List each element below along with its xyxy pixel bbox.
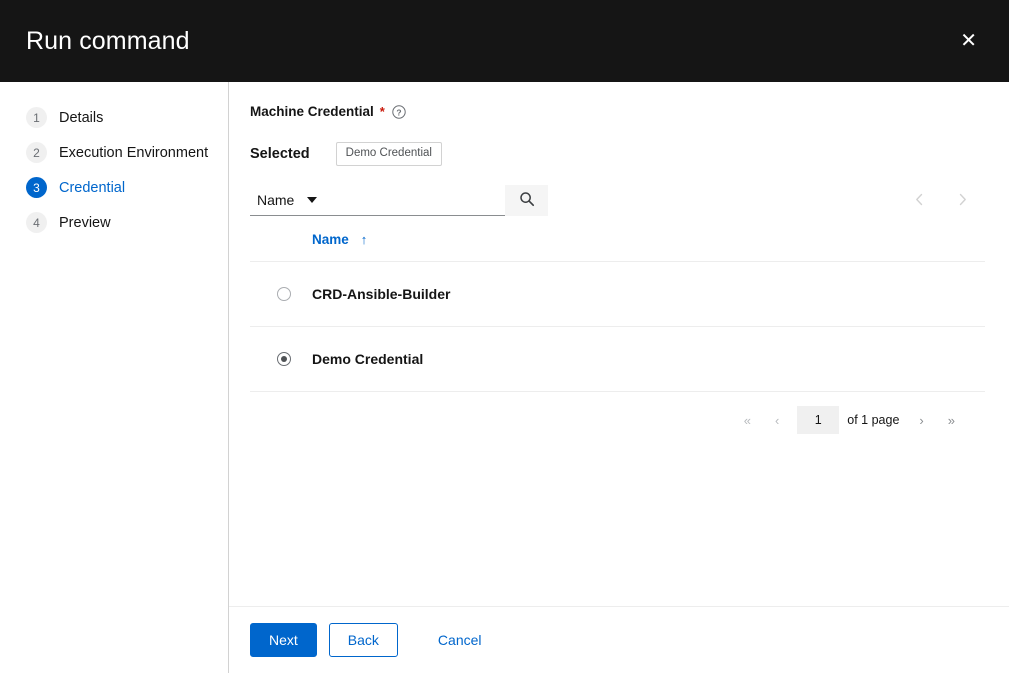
sidebar-item-label: Credential xyxy=(59,179,126,196)
search-button[interactable] xyxy=(505,185,549,216)
credential-name: CRD-Ansible-Builder xyxy=(312,286,451,302)
sidebar-item-credential[interactable]: 3 Credential xyxy=(0,170,228,205)
step-number: 3 xyxy=(26,177,47,198)
search-icon xyxy=(519,191,535,210)
top-pagination-prev-button[interactable] xyxy=(911,191,928,211)
credential-radio[interactable] xyxy=(277,352,291,366)
credential-step-content: Machine Credential * ? Selected Demo Cre… xyxy=(229,82,1009,606)
row-radio-cell xyxy=(250,287,312,301)
search-attribute-select[interactable]: Name xyxy=(250,185,326,216)
chevron-left-icon xyxy=(915,193,924,209)
chevron-right-icon xyxy=(958,193,967,209)
credential-name: Demo Credential xyxy=(312,351,424,367)
credentials-table: Name ↑ CRD-Ansible-Builder Demo Credenti… xyxy=(250,232,985,392)
run-command-wizard: Run command ✕ 1 Details 2 Execution Envi… xyxy=(0,0,1009,673)
top-pagination xyxy=(911,191,985,211)
sort-ascending-icon: ↑ xyxy=(360,232,368,247)
sidebar-item-execution-environment[interactable]: 2 Execution Environment xyxy=(0,135,228,170)
next-button[interactable]: Next xyxy=(250,622,317,658)
cancel-button[interactable]: Cancel xyxy=(422,624,498,656)
pagination-last-button[interactable]: » xyxy=(936,410,967,431)
wizard-steps-nav: 1 Details 2 Execution Environment 3 Cred… xyxy=(0,82,228,673)
sidebar-item-label: Execution Environment xyxy=(59,144,209,161)
search-attribute-value: Name xyxy=(257,192,295,208)
required-asterisk: * xyxy=(379,104,385,119)
question-circle-icon[interactable]: ? xyxy=(392,104,406,119)
wizard-body: 1 Details 2 Execution Environment 3 Cred… xyxy=(0,82,1009,673)
search-input[interactable] xyxy=(325,185,506,216)
selected-label: Selected xyxy=(250,146,310,162)
bottom-pagination: « ‹ of 1 page › » xyxy=(250,392,985,434)
field-label: Machine Credential xyxy=(250,104,374,119)
table-row[interactable]: CRD-Ansible-Builder xyxy=(250,262,985,327)
sidebar-item-label: Preview xyxy=(59,214,111,231)
pagination-next-button[interactable]: › xyxy=(907,410,935,431)
row-radio-cell xyxy=(250,352,312,366)
step-number: 1 xyxy=(26,107,47,128)
selected-row: Selected Demo Credential xyxy=(250,141,985,167)
search-group: Name xyxy=(250,185,549,216)
search-toolbar: Name xyxy=(250,185,985,216)
pagination-prev-button[interactable]: ‹ xyxy=(763,410,791,431)
column-header-name[interactable]: Name ↑ xyxy=(312,232,367,247)
pagination-page-input[interactable] xyxy=(797,406,840,434)
sidebar-item-preview[interactable]: 4 Preview xyxy=(0,205,228,240)
wizard-main-panel: Machine Credential * ? Selected Demo Cre… xyxy=(229,82,1009,673)
close-icon[interactable]: ✕ xyxy=(950,23,987,59)
credential-radio[interactable] xyxy=(277,287,291,301)
back-button[interactable]: Back xyxy=(328,622,398,658)
step-number: 2 xyxy=(26,142,47,163)
sidebar-item-details[interactable]: 1 Details xyxy=(0,100,228,135)
column-header-label: Name xyxy=(312,232,349,247)
pagination-total-pages: of 1 page xyxy=(847,413,900,427)
svg-text:?: ? xyxy=(396,107,401,117)
machine-credential-label-row: Machine Credential * ? xyxy=(250,104,985,119)
pagination-first-button[interactable]: « xyxy=(732,410,763,431)
table-row[interactable]: Demo Credential xyxy=(250,327,985,392)
selected-chip[interactable]: Demo Credential xyxy=(335,142,442,166)
page-title: Run command xyxy=(26,26,190,55)
step-number: 4 xyxy=(26,212,47,233)
wizard-header: Run command ✕ xyxy=(0,0,1009,82)
table-header-row: Name ↑ xyxy=(250,232,985,262)
chevron-down-icon xyxy=(307,197,318,203)
wizard-footer: Next Back Cancel xyxy=(229,606,1009,673)
top-pagination-next-button[interactable] xyxy=(954,191,971,211)
sidebar-item-label: Details xyxy=(59,109,104,126)
